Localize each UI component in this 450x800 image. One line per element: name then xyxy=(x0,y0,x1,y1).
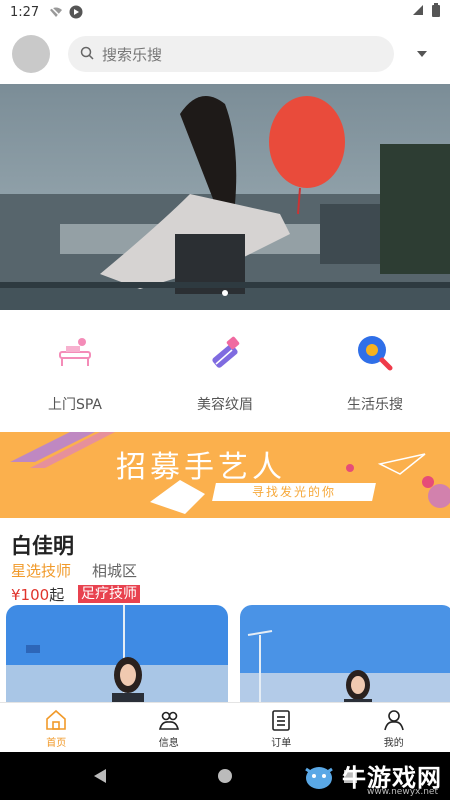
search-placeholder: 搜索乐搜 xyxy=(102,45,163,64)
category-beauty[interactable]: 美容纹眉 xyxy=(150,310,300,428)
home-circle-icon[interactable] xyxy=(217,769,232,783)
category-shortcuts: 上门SPA 美容纹眉 生活乐搜 xyxy=(0,310,450,428)
technician-photo[interactable] xyxy=(6,605,228,715)
tab-orders[interactable]: 订单 xyxy=(225,703,338,752)
technician-role: 星选技师 xyxy=(11,562,72,580)
photo-image xyxy=(240,605,450,715)
technician-district: 相城区 xyxy=(92,562,138,580)
avatar[interactable] xyxy=(12,35,50,73)
category-label: 上门SPA xyxy=(47,397,102,413)
category-label: 生活乐搜 xyxy=(347,397,403,413)
tab-label: 信息 xyxy=(158,738,179,749)
search-input[interactable]: 搜索乐搜 xyxy=(68,36,394,72)
recruit-subtitle-box: 寻找发光的你 xyxy=(212,483,376,501)
carousel-indicator xyxy=(0,290,450,296)
order-icon xyxy=(272,710,291,731)
status-bar: 1:27 xyxy=(0,0,450,24)
chevron-down-icon xyxy=(417,51,427,57)
technician-name: 白佳明 xyxy=(11,534,74,558)
technician-card[interactable]: 白佳明 星选技师 相城区 ¥100起 足疗技师 xyxy=(0,522,450,715)
price-suffix: 起 xyxy=(49,586,65,604)
recruit-subtitle: 寻找发光的你 xyxy=(251,485,336,499)
tab-home[interactable]: 首页 xyxy=(0,703,113,752)
photo-image xyxy=(6,605,228,715)
contacts-icon xyxy=(158,711,179,730)
search-magnifier-icon xyxy=(358,336,393,371)
signal-icon xyxy=(412,4,424,20)
app-notification-icon xyxy=(69,5,83,19)
wifi-off-icon xyxy=(49,5,63,19)
home-icon xyxy=(46,709,67,730)
carousel-dot xyxy=(222,290,228,296)
technician-price: ¥100起 xyxy=(11,584,64,605)
location-dropdown[interactable] xyxy=(414,46,430,62)
search-row: 搜索乐搜 xyxy=(0,30,450,78)
price-value: ¥100 xyxy=(11,586,50,604)
lipstick-icon xyxy=(212,336,240,368)
category-spa[interactable]: 上门SPA xyxy=(0,310,150,428)
battery-icon xyxy=(432,3,440,21)
profile-icon xyxy=(383,710,404,731)
watermark: 牛游戏网 www.newyx.net xyxy=(302,758,442,797)
banner-carousel[interactable] xyxy=(0,84,450,310)
watermark-url: www.newyx.net xyxy=(366,787,438,797)
tab-label: 订单 xyxy=(271,738,292,749)
banner-image xyxy=(0,84,450,310)
category-life-search[interactable]: 生活乐搜 xyxy=(300,310,450,428)
tab-label: 首页 xyxy=(46,738,67,749)
system-nav-bar: 牛游戏网 www.newyx.net xyxy=(0,752,450,800)
tab-label: 我的 xyxy=(383,738,404,749)
recruit-title: 招募手艺人 xyxy=(116,450,286,485)
watermark-logo-icon xyxy=(305,766,333,789)
category-label: 美容纹眉 xyxy=(197,397,253,413)
recruit-banner[interactable]: 招募手艺人 寻找发光的你 xyxy=(0,432,450,518)
search-icon xyxy=(80,45,94,64)
massage-icon xyxy=(59,338,91,366)
technician-photo[interactable] xyxy=(240,605,450,715)
bottom-tab-bar: 首页 信息 订单 我的 xyxy=(0,702,450,752)
tab-info[interactable]: 信息 xyxy=(113,703,226,752)
back-icon[interactable] xyxy=(93,769,106,783)
tab-profile[interactable]: 我的 xyxy=(338,703,450,752)
status-time: 1:27 xyxy=(10,4,40,20)
service-tag: 足疗技师 xyxy=(78,585,140,603)
